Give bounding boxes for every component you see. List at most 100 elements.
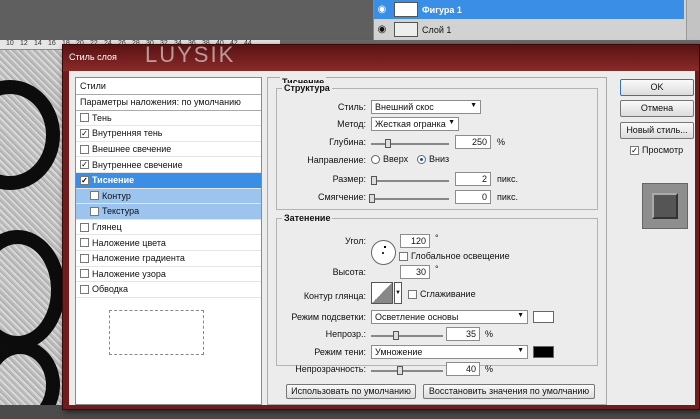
style-item-label: Наложение градиента xyxy=(92,253,185,264)
checkbox[interactable] xyxy=(80,222,89,232)
ok-button[interactable]: OK xyxy=(620,79,694,96)
radio-button[interactable] xyxy=(371,155,380,165)
layers-panel: ◉ Фигура 1 ◉ Слой 1 xyxy=(373,0,700,40)
highlight-mode-dropdown[interactable]: Осветление основы ▼ xyxy=(371,310,528,324)
preview-checkbox[interactable]: ✓ Просмотр xyxy=(630,145,683,155)
shadow-mode-dropdown[interactable]: Умножение ▼ xyxy=(371,345,528,359)
altitude-field[interactable]: 30 xyxy=(400,265,430,279)
gloss-contour-picker[interactable] xyxy=(371,282,393,304)
size-label: Размер: xyxy=(332,174,366,184)
style-label: Стиль: xyxy=(337,102,366,112)
checkbox[interactable] xyxy=(80,284,89,294)
layer-thumbnail xyxy=(394,22,418,37)
checkbox[interactable] xyxy=(80,238,89,248)
angle-dial[interactable] xyxy=(371,240,396,265)
eye-icon[interactable]: ◉ xyxy=(374,4,390,15)
make-default-button[interactable]: Использовать по умолчанию xyxy=(286,384,416,399)
size-field[interactable]: 2 xyxy=(455,172,491,186)
highlight-opacity-unit: % xyxy=(485,329,494,339)
style-item[interactable]: ✓ Внутренняя тень xyxy=(76,126,261,142)
technique-label: Метод: xyxy=(337,119,366,129)
highlight-opacity-field[interactable]: 35 xyxy=(446,327,480,341)
style-item[interactable]: Текстура xyxy=(76,204,261,220)
shadow-color-swatch[interactable] xyxy=(533,346,554,358)
layer-row-layer-1[interactable]: ◉ Слой 1 xyxy=(374,20,684,39)
highlight-color-swatch[interactable] xyxy=(533,311,554,323)
checkbox[interactable]: ✓ xyxy=(630,145,639,155)
size-slider-knob[interactable] xyxy=(371,176,377,185)
highlight-opacity-slider-knob[interactable] xyxy=(393,331,399,340)
depth-slider-knob[interactable] xyxy=(385,139,391,148)
angle-field[interactable]: 120 xyxy=(400,234,430,248)
highlight-opacity-label: Непрозр.: xyxy=(325,329,366,339)
shading-title: Затенение xyxy=(282,213,333,223)
checkbox[interactable] xyxy=(408,289,417,299)
direction-up-radio[interactable]: Вверх xyxy=(371,154,408,165)
style-item-label: Наложение узора xyxy=(92,268,166,279)
reset-default-button[interactable]: Восстановить значения по умолчанию xyxy=(423,384,595,399)
style-item[interactable]: Обводка xyxy=(76,282,261,298)
styles-list-header[interactable]: Стили xyxy=(76,78,261,95)
style-item[interactable]: Внешнее свечение xyxy=(76,142,261,158)
eye-icon[interactable]: ◉ xyxy=(374,24,390,35)
style-item[interactable]: Наложение узора xyxy=(76,267,261,283)
checkbox[interactable]: ✓ xyxy=(80,128,89,138)
style-item[interactable]: Наложение цвета xyxy=(76,235,261,251)
antialias-checkbox[interactable]: Сглаживание xyxy=(408,289,476,299)
chevron-down-icon: ▼ xyxy=(517,312,524,319)
global-light-checkbox[interactable]: Глобальное освещение xyxy=(399,251,510,261)
checkbox[interactable]: ✓ xyxy=(80,175,89,185)
style-item-label: Внутренняя тень xyxy=(92,128,163,139)
style-item-label: Тень xyxy=(92,112,112,123)
gloss-contour-dropdown[interactable]: ▼ xyxy=(394,282,402,304)
blending-options-item[interactable]: Параметры наложения: по умолчанию xyxy=(76,95,261,111)
style-item[interactable]: ✓ Внутреннее свечение xyxy=(76,157,261,173)
checkbox[interactable] xyxy=(80,144,89,154)
layer-row-shape-1[interactable]: ◉ Фигура 1 xyxy=(374,0,684,19)
style-item-label: Внешнее свечение xyxy=(92,144,172,155)
checkbox[interactable] xyxy=(90,191,99,201)
size-slider[interactable] xyxy=(371,176,449,185)
layer-thumbnail xyxy=(394,2,418,17)
direction-down-radio[interactable]: Вниз xyxy=(417,154,449,165)
style-dropdown[interactable]: Внешний скос ▼ xyxy=(371,100,481,114)
style-item[interactable]: Контур xyxy=(76,188,261,205)
highlight-opacity-slider[interactable] xyxy=(371,331,443,340)
ruler-tick-label: 16 xyxy=(48,40,56,47)
new-style-button[interactable]: Новый стиль... xyxy=(620,122,694,139)
technique-dropdown[interactable]: Жесткая огранка ▼ xyxy=(371,117,459,131)
cancel-button[interactable]: Отмена xyxy=(620,100,694,117)
style-item[interactable]: Тень xyxy=(76,111,261,127)
checkbox[interactable] xyxy=(80,253,89,263)
shadow-opacity-slider-knob[interactable] xyxy=(397,366,403,375)
style-item[interactable]: Наложение градиента xyxy=(76,251,261,267)
layer-name: Слой 1 xyxy=(422,24,452,35)
depth-slider[interactable] xyxy=(371,139,449,148)
checkbox[interactable] xyxy=(80,269,89,279)
layers-scrollbar[interactable] xyxy=(686,0,700,40)
checkbox[interactable]: ✓ xyxy=(80,160,89,170)
soften-field[interactable]: 0 xyxy=(455,190,491,204)
shadow-opacity-field[interactable]: 40 xyxy=(446,362,480,376)
style-item[interactable]: Глянец xyxy=(76,220,261,236)
checkbox[interactable] xyxy=(90,206,99,216)
dialog-title: Стиль слоя xyxy=(69,52,117,62)
radio-button[interactable] xyxy=(417,155,426,165)
dialog-titlebar[interactable]: Стиль слоя LUYSIK xyxy=(63,42,699,71)
angle-label: Угол: xyxy=(345,236,366,246)
structure-title: Структура xyxy=(282,83,332,93)
size-unit: пикс. xyxy=(497,174,518,184)
direction-label: Направление: xyxy=(307,155,366,165)
soften-slider[interactable] xyxy=(369,194,449,203)
checkbox[interactable] xyxy=(399,251,408,261)
checkbox[interactable] xyxy=(80,113,89,123)
soften-slider-knob[interactable] xyxy=(369,194,375,203)
ruler-tick-label: 12 xyxy=(20,40,28,47)
style-item[interactable]: ✓ Тиснение xyxy=(76,172,261,189)
bevel-settings-panel: Тиснение Структура Стиль: Внешний скос ▼ … xyxy=(267,77,607,405)
depth-field[interactable]: 250 xyxy=(455,135,491,149)
shadow-opacity-slider[interactable] xyxy=(371,366,443,375)
document-background xyxy=(0,0,380,40)
swirl-shape xyxy=(0,80,60,190)
watermark-text: LUYSIK xyxy=(145,42,236,67)
